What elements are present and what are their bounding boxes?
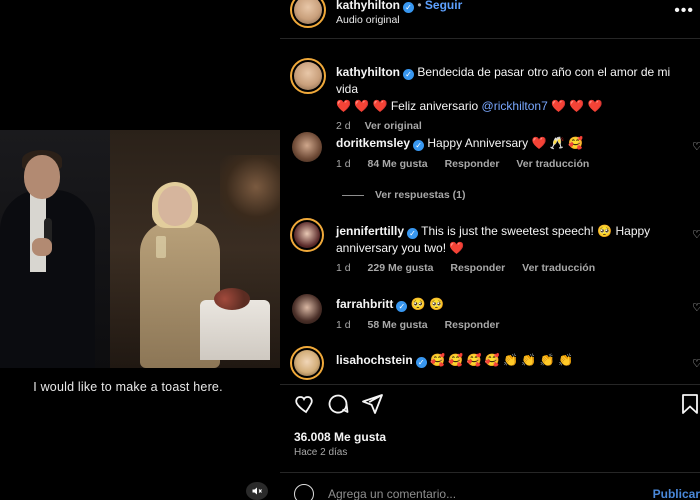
reply-button[interactable]: Responder — [450, 262, 505, 274]
actions-divider — [280, 384, 700, 385]
verified-icon: ✓ — [403, 2, 415, 13]
comment-likes[interactable]: 229 Me gusta — [368, 262, 434, 274]
comment-username[interactable]: jenniferttilly — [336, 224, 404, 238]
comment-time: 1 d — [336, 262, 351, 274]
kathyhilton-avatar-image — [294, 62, 322, 90]
video-lights — [220, 155, 280, 235]
comment-text-line2: anniversary you two! ❤️ — [336, 241, 465, 255]
comment-time: 1 d — [336, 158, 351, 170]
video-subtitle: I would like to make a toast here. — [33, 380, 223, 394]
view-replies-button[interactable]: Ver respuestas (1) — [375, 189, 465, 201]
separator-dot: • — [417, 0, 425, 12]
action-bar — [290, 392, 700, 420]
mention-link[interactable]: @rickhilton7 — [482, 99, 548, 113]
comment-likes[interactable]: 58 Me gusta — [368, 319, 428, 331]
speaker-muted-icon — [252, 487, 262, 495]
lisahochstein-avatar-image — [294, 350, 320, 376]
like-comment-icon[interactable]: ♡ — [692, 229, 700, 241]
verified-icon: ✓ — [413, 140, 425, 151]
comment-meta: 1 d 84 Me gusta Responder Ver traducción — [336, 158, 682, 170]
woman-head — [158, 186, 192, 226]
cake-flowers — [214, 288, 250, 310]
caption-time: 2 d — [336, 120, 351, 132]
man-hand — [32, 238, 52, 256]
follow-button[interactable]: Seguir — [425, 0, 462, 12]
comment-likes[interactable]: 84 Me gusta — [368, 158, 428, 170]
comment-username[interactable]: doritkemsley — [336, 136, 410, 150]
like-comment-icon[interactable]: ♡ — [692, 358, 700, 370]
caption-block: kathyhilton ✓ Bendecida de pasar otro año… — [336, 64, 682, 132]
comment-text-line1: This is just the sweetest speech! 🥺 Happ… — [421, 224, 651, 238]
man-figure — [0, 190, 95, 368]
champagne-glass — [156, 236, 166, 258]
comment-meta: 1 d 229 Me gusta Responder Ver traducció… — [336, 262, 682, 274]
video-frame[interactable] — [0, 130, 280, 368]
kathyhilton-avatar-image — [294, 0, 322, 24]
video-pane[interactable]: I would like to make a toast here. — [0, 0, 280, 500]
comment-item: jenniferttilly ✓ This is just the sweetes… — [336, 223, 682, 274]
comment-avatar[interactable] — [290, 218, 324, 252]
bookmark-icon[interactable] — [678, 392, 700, 416]
header-divider — [280, 38, 700, 39]
comment-text: 🥰 🥰 🥰 🥰 👏 👏 👏 👏 — [430, 353, 573, 367]
caption-avatar[interactable] — [290, 58, 326, 94]
like-comment-icon[interactable]: ♡ — [692, 302, 700, 314]
comment-avatar[interactable] — [292, 132, 322, 162]
comment-avatar[interactable] — [290, 346, 324, 380]
verified-icon: ✓ — [415, 357, 427, 368]
post-time: Hace 2 días — [294, 447, 348, 458]
publish-button[interactable]: Publicar — [653, 487, 700, 500]
translate-button[interactable]: Ver traducción — [522, 262, 595, 274]
comment-input[interactable]: Agrega un comentario... — [328, 487, 456, 500]
comment-username[interactable]: lisahochstein — [336, 353, 413, 367]
more-options-icon[interactable]: ••• — [674, 2, 694, 20]
likes-count[interactable]: 36.008 Me gusta — [294, 430, 386, 444]
caption-line2-prefix: ❤️ ❤️ ❤️ Feliz aniversario — [336, 99, 479, 113]
comment-item: doritkemsley ✓ Happy Anniversary ❤️ 🥂 🥰 1… — [336, 135, 682, 170]
post-panel: kathyhilton ✓ • Seguir Audio original •••… — [280, 0, 700, 500]
verified-icon: ✓ — [396, 301, 408, 312]
comment-avatar[interactable] — [292, 294, 322, 324]
translate-button[interactable]: Ver traducción — [516, 158, 589, 170]
verified-icon: ✓ — [407, 228, 419, 239]
man-head — [24, 155, 60, 199]
header-avatar[interactable] — [290, 0, 326, 28]
header-user-line: kathyhilton ✓ • Seguir — [336, 0, 462, 13]
audio-label[interactable]: Audio original — [336, 14, 400, 26]
comment-input-divider — [280, 472, 700, 473]
replies-line — [342, 195, 364, 196]
comment-icon[interactable] — [326, 392, 350, 416]
like-icon[interactable] — [292, 392, 316, 416]
comment-meta: 1 d 58 Me gusta Responder — [336, 319, 682, 331]
comment-item: lisahochstein ✓ 🥰 🥰 🥰 🥰 👏 👏 👏 👏 — [336, 352, 682, 369]
share-icon[interactable] — [360, 392, 384, 416]
caption-line2-suffix: ❤️ ❤️ ❤️ — [551, 99, 603, 113]
comment-item: farrahbritt ✓ 🥺 🥺 1 d 58 Me gusta Respond… — [336, 296, 682, 331]
caption-meta: 2 d Ver original — [336, 120, 682, 132]
jennifertilly-avatar-image — [294, 222, 320, 248]
verified-icon: ✓ — [403, 69, 415, 80]
reply-button[interactable]: Responder — [445, 158, 500, 170]
caption-username[interactable]: kathyhilton — [336, 65, 400, 79]
header-username[interactable]: kathyhilton — [336, 0, 400, 12]
comment-time: 1 d — [336, 319, 351, 331]
reply-button[interactable]: Responder — [445, 319, 500, 331]
caption-text: kathyhilton ✓ Bendecida de pasar otro año… — [336, 64, 682, 115]
emoji-icon[interactable] — [294, 484, 314, 500]
comment-text: 🥺 🥺 — [410, 297, 444, 311]
comment-text: Happy Anniversary ❤️ 🥂 🥰 — [427, 136, 583, 150]
see-original-button[interactable]: Ver original — [365, 120, 422, 132]
like-comment-icon[interactable]: ♡ — [692, 141, 700, 153]
mute-button[interactable] — [246, 482, 268, 500]
comment-username[interactable]: farrahbritt — [336, 297, 393, 311]
